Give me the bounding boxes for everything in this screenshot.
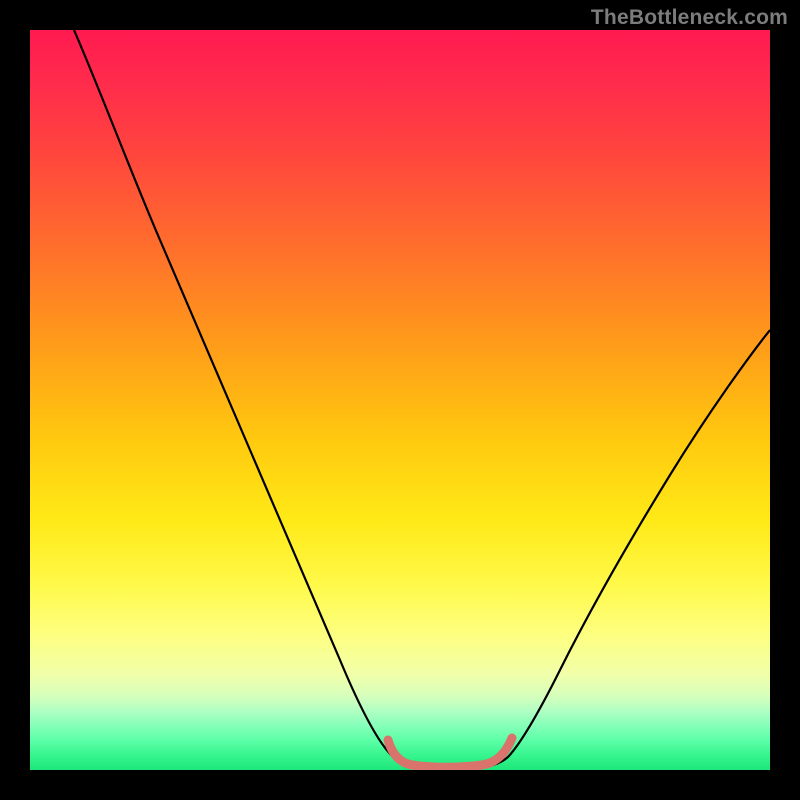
bottleneck-curve-path bbox=[74, 30, 770, 769]
watermark-text: TheBottleneck.com bbox=[591, 6, 788, 30]
low-zone-marker-path bbox=[388, 738, 512, 767]
chart-svg bbox=[30, 30, 770, 770]
plot-area bbox=[30, 30, 770, 770]
chart-frame: TheBottleneck.com bbox=[0, 0, 800, 800]
